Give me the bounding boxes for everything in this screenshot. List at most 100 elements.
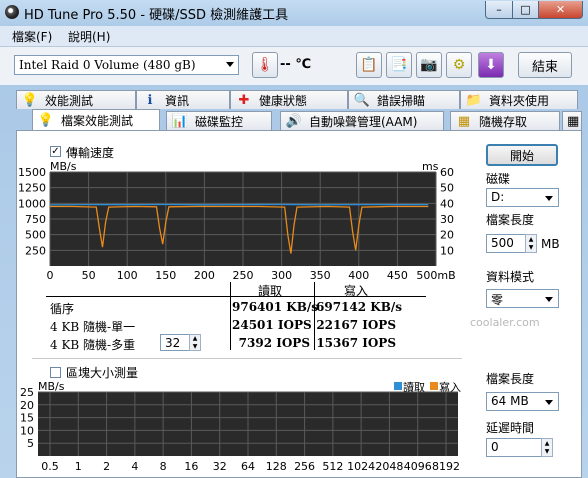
window-title: HD Tune Pro 5.50 - 硬碟/SSD 檢測維護工具 bbox=[24, 8, 289, 23]
file-length2-label: 檔案長度 bbox=[486, 372, 535, 386]
block-x-tick-label: 0.5 bbox=[41, 460, 59, 473]
row-sequential-write: 697142 KB/s bbox=[316, 300, 402, 314]
maximize-button[interactable]: □ bbox=[512, 1, 539, 19]
block-x-tick-label: 128 bbox=[266, 460, 287, 473]
save-button[interactable]: ⬇ bbox=[478, 52, 504, 78]
download-arrow-icon: ⬇ bbox=[485, 57, 497, 73]
copy-all-icon: 📑 bbox=[390, 57, 408, 73]
block-x-tick-label: 512 bbox=[322, 460, 343, 473]
x-tick-label: 0 bbox=[47, 269, 54, 282]
copy-info-icon: 📋 bbox=[360, 57, 378, 73]
copy-all-button[interactable]: 📑 bbox=[386, 52, 412, 78]
block-x-tick-label: 4096 bbox=[404, 460, 432, 473]
block-y-tick-label: 10 bbox=[20, 424, 34, 437]
exit-button[interactable]: 結束 bbox=[518, 52, 572, 78]
block-size-label: 區塊大小測量 bbox=[66, 366, 139, 380]
x-tick-label: 350 bbox=[310, 269, 331, 282]
camera-icon: 📷 bbox=[420, 57, 438, 73]
table-divider bbox=[46, 296, 426, 297]
menu-help[interactable]: 說明(H) bbox=[68, 28, 110, 45]
block-y-tick-label: 25 bbox=[20, 388, 34, 399]
y-tick-label-right: 50 bbox=[440, 182, 454, 195]
spin-up-icon: ▲ bbox=[544, 439, 550, 447]
table-header-read: 讀取 bbox=[258, 284, 283, 298]
block-x-tick-label: 32 bbox=[213, 460, 227, 473]
y-tick-label-left: 1500 bbox=[18, 166, 46, 179]
block-size-checkbox[interactable] bbox=[50, 367, 61, 378]
y-tick-label-left: 500 bbox=[25, 229, 46, 242]
x-tick-label: 250 bbox=[233, 269, 254, 282]
x-tick-label: 300 bbox=[271, 269, 292, 282]
file-length-spinner[interactable]: ▲ ▼ bbox=[525, 234, 537, 253]
tab-info[interactable]: ℹ 資訊 bbox=[136, 90, 230, 109]
disk-label: 磁碟 bbox=[486, 172, 511, 186]
options-button[interactable]: ⚙ bbox=[446, 52, 472, 78]
folder-usage-icon: 📁 bbox=[465, 92, 483, 108]
queue-depth-spinner[interactable]: ▲ ▼ bbox=[189, 334, 201, 351]
y-tick-label-right: 40 bbox=[440, 197, 454, 210]
table-header-write: 寫入 bbox=[344, 284, 369, 298]
block-x-tick-label: 8 bbox=[160, 460, 167, 473]
drive-select[interactable]: Intel Raid 0 Volume (480 gB) bbox=[14, 55, 239, 75]
block-x-tick-label: 16 bbox=[184, 460, 198, 473]
row-4k-single-read: 24501 IOPS bbox=[232, 318, 312, 332]
minimize-button[interactable]: – bbox=[485, 1, 513, 19]
file-length-label: 檔案長度 bbox=[486, 213, 535, 227]
start-button[interactable]: 開始 bbox=[486, 144, 558, 166]
close-button[interactable]: ✕ bbox=[538, 1, 583, 19]
x-tick-label: 100 bbox=[117, 269, 138, 282]
disk-select[interactable]: D: bbox=[486, 188, 559, 207]
delay-label: 延遲時間 bbox=[486, 421, 535, 435]
transfer-speed-chart: 250 500 750 1000 1250 1500 10 20 30 40 50 60 0 50 100 1… bbox=[18, 166, 456, 282]
block-y-tick-label: 15 bbox=[20, 412, 34, 425]
table-vline-2 bbox=[314, 282, 315, 350]
chevron-down-icon bbox=[545, 297, 553, 302]
row-4k-multi-label: 4 KB 隨機-多重 bbox=[50, 338, 136, 352]
block-x-tick-label: 2 bbox=[103, 460, 110, 473]
file-length-input[interactable]: 500 bbox=[486, 234, 526, 253]
screenshot-button[interactable]: 📷 bbox=[416, 52, 442, 78]
y-tick-label-right: 60 bbox=[440, 166, 454, 179]
x-tick-label: 500mB bbox=[416, 269, 455, 282]
x-tick-label: 450 bbox=[387, 269, 408, 282]
menu-file[interactable]: 檔案(F) bbox=[12, 28, 52, 45]
file-benchmark-icon: 💡 bbox=[37, 113, 55, 128]
spin-up-icon: ▲ bbox=[528, 235, 534, 243]
block-y-tick-label: 20 bbox=[20, 399, 34, 412]
spin-down-icon: ▼ bbox=[544, 448, 550, 456]
x-tick-label: 150 bbox=[155, 269, 176, 282]
block-x-tick-label: 2048 bbox=[375, 460, 403, 473]
tab-folder-usage[interactable]: 📁 資料夾使用 bbox=[460, 90, 578, 109]
y-tick-label-left: 1250 bbox=[18, 182, 46, 195]
y-tick-label-left: 1000 bbox=[18, 197, 46, 210]
tab-extra[interactable]: ▦ bbox=[562, 111, 582, 130]
spin-down-icon: ▼ bbox=[528, 244, 534, 252]
block-x-tick-label: 64 bbox=[241, 460, 255, 473]
chevron-down-icon bbox=[545, 400, 553, 405]
tab-benchmark[interactable]: 💡 效能測試 bbox=[16, 90, 136, 109]
block-y-tick-label: 5 bbox=[27, 437, 34, 450]
delay-spinner[interactable]: ▲ ▼ bbox=[541, 438, 553, 457]
tab-error-scan[interactable]: 🔍 錯誤掃瞄 bbox=[348, 90, 460, 109]
tab-random-access[interactable]: ▦ 隨機存取 bbox=[450, 111, 560, 130]
file-length2-select[interactable]: 64 MB bbox=[486, 392, 559, 411]
delay-input[interactable]: 0 bbox=[486, 438, 542, 457]
copy-info-button[interactable]: 📋 bbox=[356, 52, 382, 78]
tab-health[interactable]: ✚ 健康狀態 bbox=[230, 90, 348, 109]
tab-file-benchmark[interactable]: 💡 檔案效能測試 bbox=[32, 109, 160, 131]
data-mode-select[interactable]: 零 bbox=[486, 289, 559, 308]
transfer-label: 傳輸速度 bbox=[66, 146, 115, 160]
x-tick-label: 400 bbox=[348, 269, 369, 282]
row-4k-multi-write: 15367 IOPS bbox=[316, 336, 396, 350]
tab-aam[interactable]: 🔊 自動噪聲管理(AAM) bbox=[280, 111, 444, 130]
file-length-unit: MB bbox=[541, 237, 560, 251]
disk-monitor-icon: 📊 bbox=[171, 113, 189, 129]
tab-disk-monitor[interactable]: 📊 磁碟監控 bbox=[166, 111, 272, 130]
row-sequential-label: 循序 bbox=[50, 302, 75, 316]
row-sequential-read: 976401 KB/s bbox=[232, 300, 318, 314]
queue-depth-input[interactable]: 32 bbox=[160, 334, 190, 351]
transfer-checkbox[interactable]: ✓ bbox=[50, 146, 61, 157]
row-4k-multi-read: 7392 IOPS bbox=[238, 336, 310, 350]
row-4k-single-write: 22167 IOPS bbox=[316, 318, 396, 332]
y-tick-label-right: 20 bbox=[440, 229, 454, 242]
